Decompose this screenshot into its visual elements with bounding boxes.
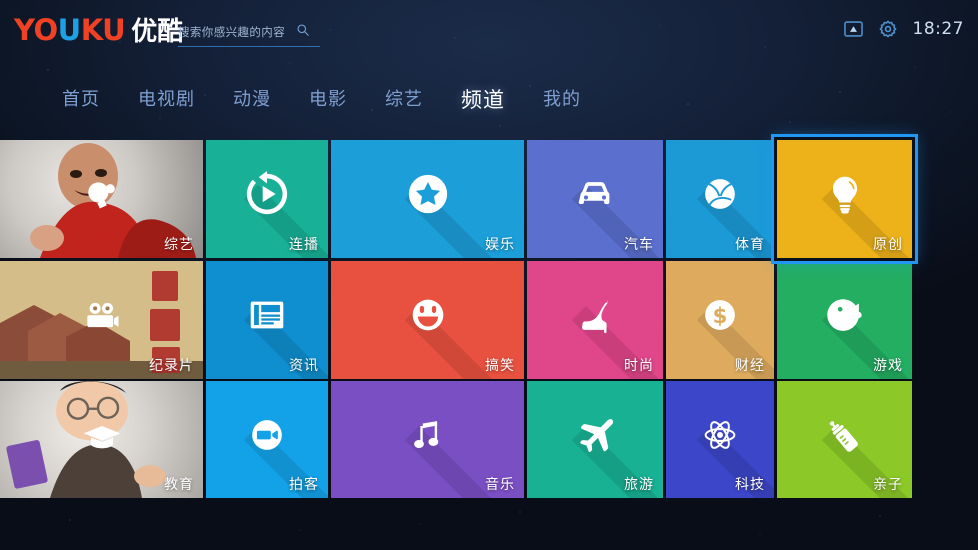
airplane-icon xyxy=(572,412,618,458)
logo-text-chinese: 优酷 xyxy=(131,17,184,47)
tile-label: 旅游 xyxy=(624,477,654,493)
channel-tile-12[interactable]: 游戏 xyxy=(777,261,912,379)
atom-icon xyxy=(697,412,743,458)
tile-label: 拍客 xyxy=(289,477,319,493)
search-input[interactable]: 搜索你感兴趣的内容 xyxy=(178,24,285,40)
main-navigation: 首页 电视剧 动漫 电影 综艺 频道 我的 xyxy=(0,78,978,122)
car-icon xyxy=(572,171,618,217)
channel-tile-9[interactable]: 搞笑 xyxy=(331,261,524,379)
play-circle-icon xyxy=(244,171,290,217)
nav-item-7[interactable]: 我的 xyxy=(543,89,581,111)
channel-tile-18[interactable]: 亲子 xyxy=(777,381,912,498)
channel-tile-10[interactable]: 时尚 xyxy=(527,261,663,379)
channel-tile-3[interactable]: 娱乐 xyxy=(331,140,524,258)
channel-tile-8[interactable]: 资讯 xyxy=(206,261,328,379)
nav-item-5[interactable]: 综艺 xyxy=(385,89,423,111)
star-circle-icon xyxy=(405,171,451,217)
channel-tile-16[interactable]: 旅游 xyxy=(527,381,663,498)
tile-label: 财经 xyxy=(735,358,765,374)
nav-item-1[interactable]: 首页 xyxy=(62,89,100,111)
tile-label: 科技 xyxy=(735,477,765,493)
channel-tile-2[interactable]: 连播 xyxy=(206,140,328,258)
baby-bottle-icon xyxy=(822,412,868,458)
channel-tile-5[interactable]: 体育 xyxy=(666,140,774,258)
channel-tile-11[interactable]: $ 财经 xyxy=(666,261,774,379)
logo-text-yo: YO xyxy=(14,13,58,47)
video-camera-icon xyxy=(80,296,124,340)
clock-time: 18:27 xyxy=(912,19,964,39)
youku-tv-home-screen: YOUKU 优酷 搜索你感兴趣的内容 18:27 首页 电视剧 动漫 电影 综艺 频道 我的 … xyxy=(0,0,978,550)
logo-text-u: U xyxy=(57,13,82,47)
tile-label: 游戏 xyxy=(873,358,903,374)
ball-icon xyxy=(697,171,743,217)
cast-screen-icon[interactable] xyxy=(843,21,863,37)
channel-grid: 综艺 连播 娱乐 汽车 体育 原创纪录片 资讯 搞笑 时尚 $ 财经 游戏教育 拍客 音乐 旅游 科技 亲子 xyxy=(0,134,978,498)
tile-label: 体育 xyxy=(735,237,765,253)
logo-text-ku: KU xyxy=(80,13,126,47)
tile-label: 连播 xyxy=(289,237,319,253)
pingpong-paddle-icon xyxy=(80,175,124,219)
tile-label: 资讯 xyxy=(289,358,319,374)
tile-label: 原创 xyxy=(873,237,903,253)
search-box[interactable]: 搜索你感兴趣的内容 xyxy=(178,24,320,47)
top-bar: YOUKU 优酷 搜索你感兴趣的内容 18:27 xyxy=(0,0,978,58)
svg-text:$: $ xyxy=(713,303,728,328)
tile-label: 纪录片 xyxy=(149,358,194,374)
nav-item-3[interactable]: 动漫 xyxy=(233,89,271,111)
graduation-cap-icon xyxy=(80,415,124,459)
nav-item-4[interactable]: 电影 xyxy=(309,89,347,111)
channel-tile-15[interactable]: 音乐 xyxy=(331,381,524,498)
newspaper-icon xyxy=(244,292,290,338)
channel-tile-6[interactable]: 原创 xyxy=(771,134,918,264)
camcorder-circle-icon xyxy=(244,412,290,458)
tile-label: 汽车 xyxy=(624,237,654,253)
tile-label: 音乐 xyxy=(485,477,515,493)
tile-label: 教育 xyxy=(164,477,194,493)
youku-logo[interactable]: YOUKU 优酷 xyxy=(14,14,183,48)
channel-tile-13[interactable]: 教育 xyxy=(0,381,203,498)
channel-tile-14[interactable]: 拍客 xyxy=(206,381,328,498)
channel-tile-7[interactable]: 纪录片 xyxy=(0,261,203,379)
tile-label: 时尚 xyxy=(624,358,654,374)
tile-label: 亲子 xyxy=(873,477,903,493)
nav-item-6[interactable]: 频道 xyxy=(461,88,505,112)
smiley-face-icon xyxy=(405,292,451,338)
tile-label: 综艺 xyxy=(164,237,194,253)
high-heel-shoe-icon xyxy=(572,292,618,338)
tile-label: 娱乐 xyxy=(485,237,515,253)
channel-tile-1[interactable]: 综艺 xyxy=(0,140,203,258)
channel-tile-17[interactable]: 科技 xyxy=(666,381,774,498)
lightbulb-icon xyxy=(822,171,868,217)
channel-tile-4[interactable]: 汽车 xyxy=(527,140,663,258)
status-area: 18:27 xyxy=(843,16,965,42)
music-note-icon xyxy=(405,412,451,458)
gear-icon[interactable] xyxy=(879,20,897,38)
tile-label: 搞笑 xyxy=(485,358,515,374)
nav-item-2[interactable]: 电视剧 xyxy=(138,89,195,111)
pacman-icon xyxy=(822,292,868,338)
search-icon[interactable] xyxy=(296,23,310,37)
dollar-coin-icon: $ xyxy=(697,292,743,338)
